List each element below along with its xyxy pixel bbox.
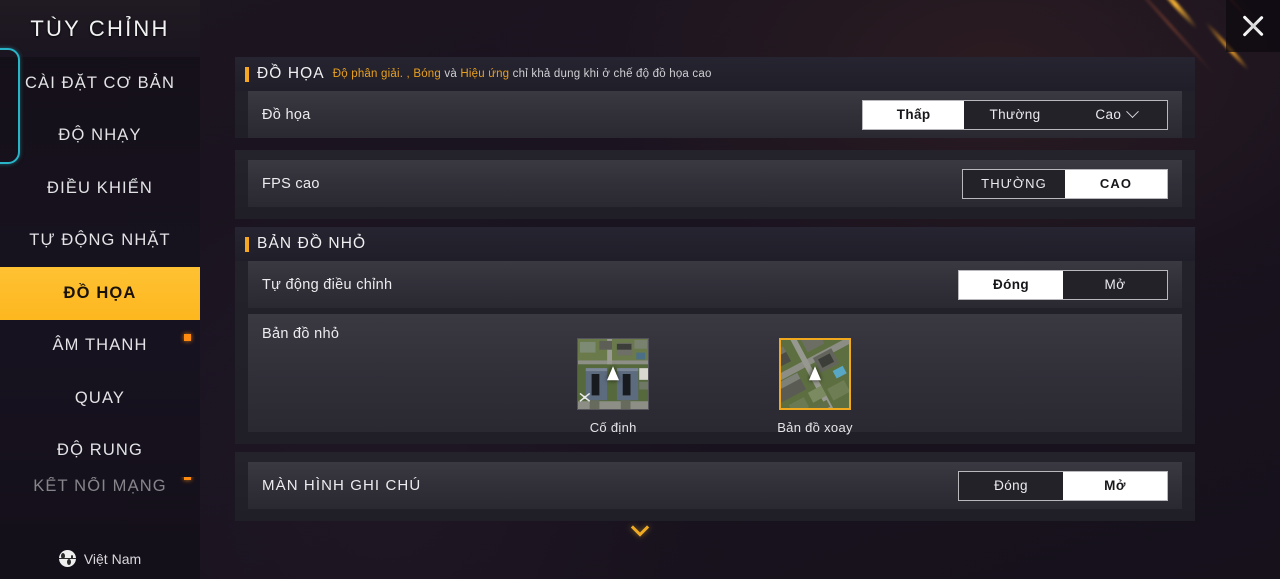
chevron-down-icon: [630, 518, 650, 537]
option-fps-high[interactable]: CAO: [1065, 169, 1167, 198]
group-minimap-header: BẢN ĐỒ NHỎ: [235, 227, 1195, 261]
minimap-option-caption: Cố định: [589, 420, 637, 435]
group-minimap: BẢN ĐỒ NHỎ Tự động điều chỉnh Đóng Mở Bả…: [235, 227, 1195, 444]
sidebar-item-label: ĐỘ RUNG: [57, 441, 143, 460]
player-arrow-icon: [808, 366, 821, 381]
section-accent-bar: [245, 66, 249, 82]
scroll-down-button[interactable]: [630, 518, 650, 537]
option-auto-adjust-off[interactable]: Đóng: [959, 270, 1063, 299]
option-graphics-low[interactable]: Thấp: [863, 100, 965, 129]
group-notes: MÀN HÌNH GHI CHÚ Đóng Mở: [235, 452, 1195, 521]
row-notes-screen: MÀN HÌNH GHI CHÚ Đóng Mở: [248, 462, 1182, 509]
sidebar-item-label: TỰ ĐỘNG NHẶT: [29, 231, 171, 250]
row-minimap-style: Bản đồ nhỏ Cố định Bản đồ xoay: [248, 314, 1182, 435]
sidebar-nav: CÀI ĐẶT CƠ BẢN ĐỘ NHẠY ĐIỀU KHIỂN TỰ ĐỘN…: [0, 57, 200, 503]
group-graphics: ĐỒ HỌA Độ phân giải. , Bóng và Hiệu ứng …: [235, 57, 1195, 138]
sidebar-item-record[interactable]: QUAY: [0, 372, 200, 425]
minimap-option-fixed[interactable]: Cố định: [577, 338, 650, 435]
section-accent-bar: [245, 236, 249, 252]
row-high-fps: FPS cao THƯỜNG CAO: [248, 160, 1182, 207]
sidebar-item-basic-settings[interactable]: CÀI ĐẶT CƠ BẢN: [0, 57, 200, 110]
sidebar: TÙY CHỈNH CÀI ĐẶT CƠ BẢN ĐỘ NHẠY ĐIỀU KH…: [0, 0, 200, 579]
close-button[interactable]: [1226, 0, 1280, 52]
language-selector[interactable]: Việt Nam: [0, 550, 200, 567]
minimap-option-rotating[interactable]: Bản đồ xoay: [777, 338, 853, 435]
notification-badge-icon: [184, 333, 191, 341]
high-fps-segmented-control[interactable]: THƯỜNG CAO: [962, 168, 1168, 199]
sidebar-item-label: ÂM THANH: [52, 336, 148, 355]
settings-screen: TÙY CHỈNH CÀI ĐẶT CƠ BẢN ĐỘ NHẠY ĐIỀU KH…: [0, 0, 1280, 579]
globe-icon: [58, 550, 76, 567]
close-icon: [1239, 12, 1267, 40]
player-arrow-icon: [607, 366, 620, 381]
row-label: Đồ họa: [262, 106, 311, 123]
group-minimap-title: BẢN ĐỒ NHỎ: [257, 235, 367, 252]
option-notes-on[interactable]: Mở: [1063, 471, 1167, 500]
settings-panel: ĐỒ HỌA Độ phân giải. , Bóng và Hiệu ứng …: [235, 57, 1195, 523]
group-graphics-title: ĐỒ HỌA: [257, 65, 325, 82]
minimap-option-caption: Bản đồ xoay: [777, 420, 853, 435]
group-graphics-note: Độ phân giải. , Bóng và Hiệu ứng chỉ khả…: [332, 68, 712, 80]
sidebar-item-label: ĐỘ NHẠY: [58, 126, 142, 145]
sidebar-item-network[interactable]: KẾT NỐI MẠNG: [0, 477, 200, 503]
sidebar-item-graphics[interactable]: ĐỒ HỌA: [0, 267, 200, 320]
minimap-style-options: Cố định Bản đồ xoay: [248, 338, 1182, 435]
sidebar-item-sensitivity[interactable]: ĐỘ NHẠY: [0, 110, 200, 163]
row-label: Tự động điều chỉnh: [262, 276, 393, 293]
option-auto-adjust-on[interactable]: Mở: [1063, 271, 1167, 299]
row-graphics-quality: Đồ họa Thấp Thường Cao: [248, 91, 1182, 138]
row-auto-adjust: Tự động điều chỉnh Đóng Mở: [248, 261, 1182, 308]
notes-screen-segmented-control[interactable]: Đóng Mở: [958, 470, 1168, 501]
sidebar-item-label: ĐỒ HỌA: [63, 283, 137, 302]
sidebar-item-label: QUAY: [74, 388, 126, 407]
option-notes-off[interactable]: Đóng: [959, 472, 1063, 500]
group-graphics-header: ĐỒ HỌA Độ phân giải. , Bóng và Hiệu ứng …: [235, 57, 1195, 91]
sidebar-item-vibration[interactable]: ĐỘ RUNG: [0, 425, 200, 478]
option-graphics-high-label: Cao: [1095, 107, 1122, 122]
sidebar-item-label: ĐIỀU KHIỂN: [47, 178, 153, 197]
auto-adjust-segmented-control[interactable]: Đóng Mở: [958, 269, 1168, 300]
option-graphics-normal[interactable]: Thường: [964, 101, 1065, 129]
option-fps-normal[interactable]: THƯỜNG: [963, 170, 1065, 198]
minimap-thumbnail-rotating[interactable]: [778, 338, 851, 410]
chevron-down-icon: [1126, 105, 1140, 119]
sidebar-item-controls[interactable]: ĐIỀU KHIỂN: [0, 162, 200, 215]
option-graphics-high[interactable]: Cao: [1066, 101, 1167, 129]
sidebar-item-label: KẾT NỐI MẠNG: [33, 477, 167, 495]
row-label: FPS cao: [262, 175, 320, 192]
focus-outline-fragment: [0, 48, 20, 164]
row-label: MÀN HÌNH GHI CHÚ: [262, 477, 422, 494]
sidebar-item-audio[interactable]: ÂM THANH: [0, 320, 200, 373]
graphics-quality-segmented-control[interactable]: Thấp Thường Cao: [862, 99, 1168, 130]
sidebar-item-label: CÀI ĐẶT CƠ BẢN: [24, 73, 176, 92]
group-fps: FPS cao THƯỜNG CAO: [235, 150, 1195, 219]
notification-badge-icon: [184, 477, 191, 480]
sidebar-title: TÙY CHỈNH: [0, 0, 200, 57]
sidebar-item-auto-pickup[interactable]: TỰ ĐỘNG NHẶT: [0, 215, 200, 268]
language-label: Việt Nam: [83, 550, 142, 567]
minimap-thumbnail-fixed[interactable]: [577, 338, 650, 410]
